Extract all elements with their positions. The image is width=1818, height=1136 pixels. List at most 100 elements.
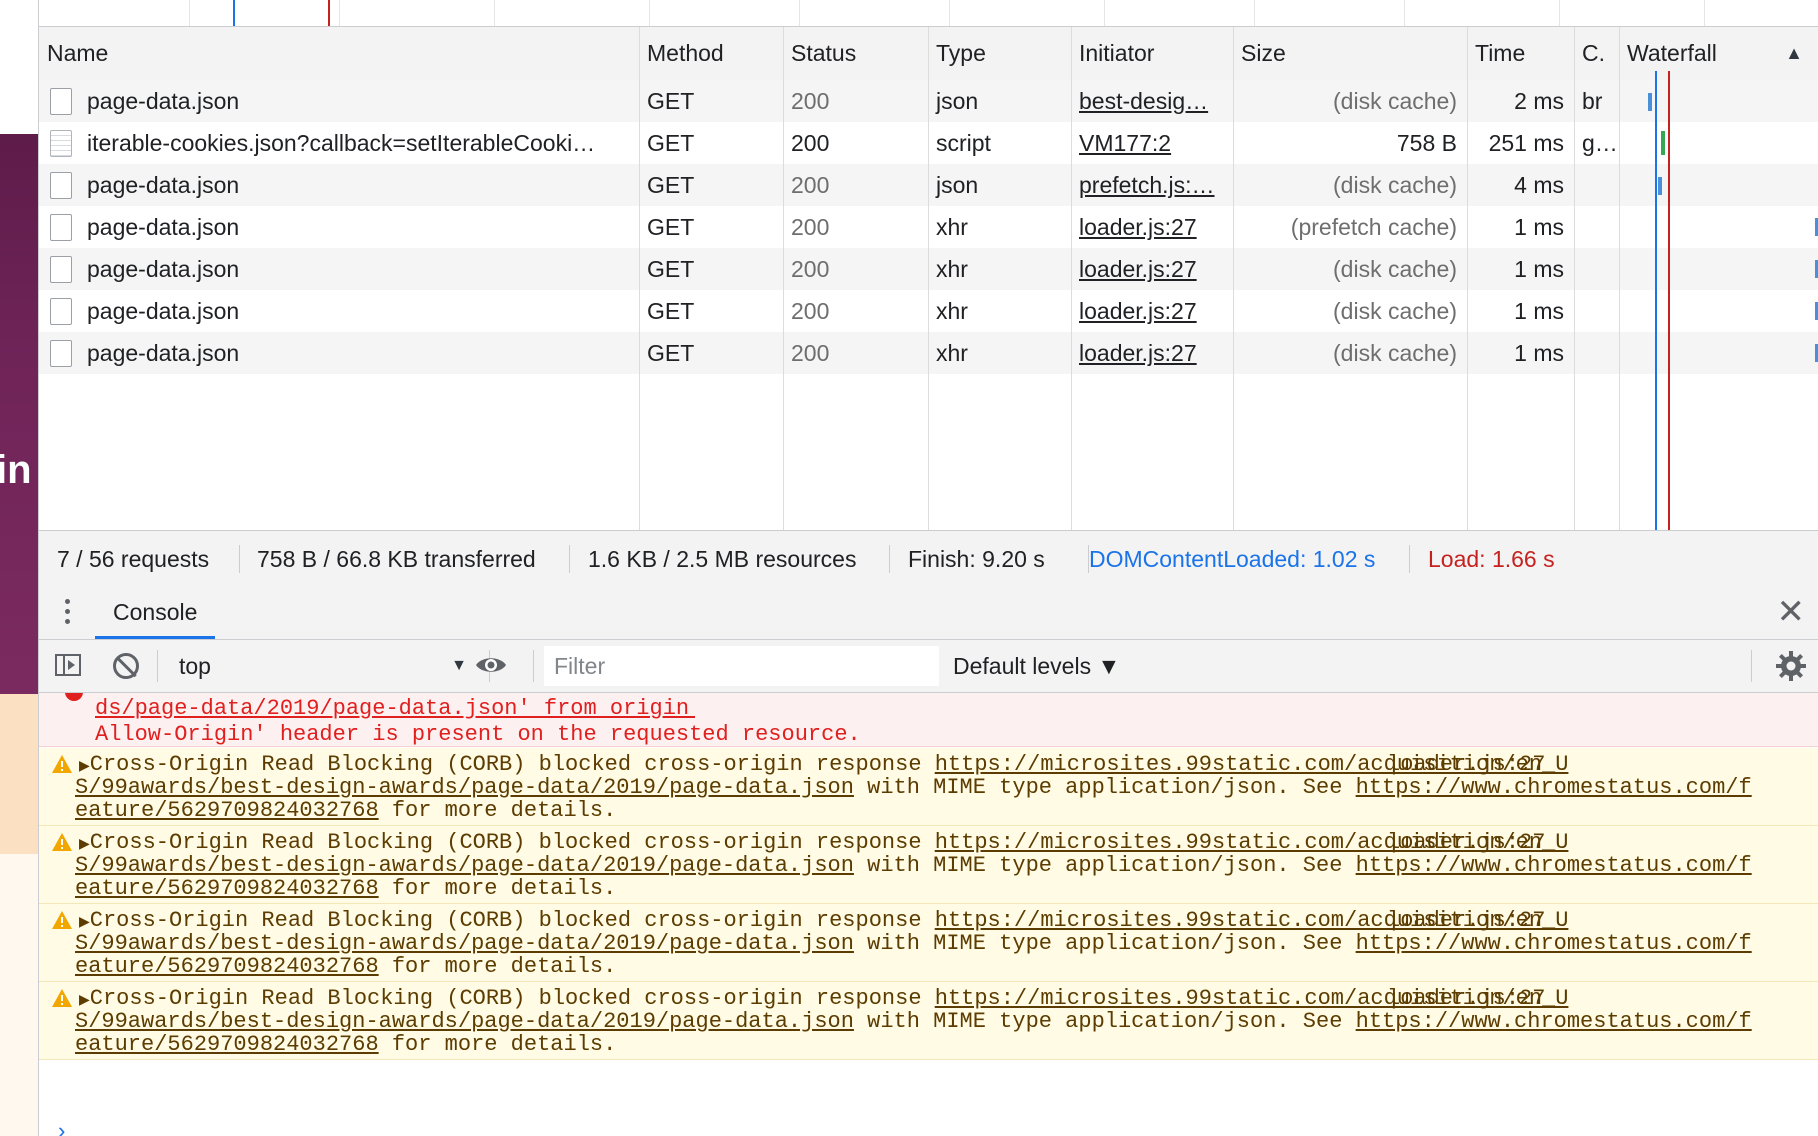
warning-line-3: eature/5629709824032768 for more details… [75, 798, 616, 824]
column-divider [783, 27, 784, 530]
expand-triangle-icon[interactable]: ▶ [79, 915, 90, 931]
overview-gridline [494, 0, 495, 26]
column-header-type[interactable]: Type [928, 27, 1071, 80]
cell-initiator[interactable]: loader.js:27 [1071, 290, 1233, 332]
cell-name: page-data.json [87, 88, 240, 114]
column-divider [1574, 27, 1575, 530]
warning-mid: with MIME type application/json. See [853, 775, 1356, 800]
overview-gridline [799, 0, 800, 26]
cell-initiator[interactable]: prefetch.js:… [1071, 164, 1233, 206]
clear-console-icon[interactable] [113, 653, 139, 679]
console-warning-message[interactable]: ▶Cross-Origin Read Blocking (CORB) block… [39, 748, 1818, 826]
background-section-lower [0, 854, 38, 1136]
column-header-name[interactable]: Name [39, 27, 639, 80]
cell-time: 251 ms [1488, 130, 1564, 156]
cell-connection: br [1582, 88, 1603, 114]
summary-finish: Finish: 9.20 s [908, 546, 1045, 572]
column-header-status[interactable]: Status [783, 27, 928, 80]
overview-gridline [649, 0, 650, 26]
cell-time: 1 ms [1514, 214, 1564, 240]
cell-connection [1574, 206, 1619, 248]
cell-size: 758 B [1396, 130, 1457, 156]
toolbar-divider [157, 650, 158, 682]
cell-size: (disk cache) [1333, 298, 1457, 324]
background-hero-text: in [0, 448, 32, 492]
warning-chromestatus-link[interactable]: https://www.chromestatus.com/f [1356, 931, 1752, 956]
document-icon [50, 172, 72, 199]
cell-type: json [936, 172, 979, 198]
live-expression-eye-icon[interactable] [475, 654, 507, 676]
network-overview[interactable] [39, 0, 1818, 27]
more-tools-menu-icon[interactable] [63, 599, 71, 627]
tab-console[interactable]: Console [95, 587, 216, 639]
waterfall-domcontentloaded-line [1655, 71, 1657, 530]
warning-prefix: Cross-Origin Read Blocking (CORB) blocke… [89, 752, 935, 777]
warning-url-continued[interactable]: S/99awards/best-design-awards/page-data/… [75, 1009, 854, 1034]
cell-status: 200 [791, 130, 830, 156]
cell-connection [1574, 332, 1619, 374]
warning-suffix: for more details. [378, 954, 617, 979]
expand-triangle-icon[interactable]: ▶ [79, 759, 90, 775]
warning-chromestatus-link[interactable]: https://www.chromestatus.com/f [1356, 1009, 1752, 1034]
overview-gridline [949, 0, 950, 26]
cell-type: xhr [936, 214, 968, 240]
warning-chromestatus-link-continued[interactable]: eature/5629709824032768 [75, 1032, 379, 1057]
console-prompt-icon[interactable]: › [55, 1120, 68, 1136]
overview-gridline [1254, 0, 1255, 26]
cell-initiator[interactable]: best-desig… [1071, 80, 1233, 122]
error-icon [65, 693, 83, 701]
warning-suffix: for more details. [378, 798, 617, 823]
console-filter-input[interactable] [544, 646, 939, 686]
warning-line-3: eature/5629709824032768 for more details… [75, 1032, 616, 1058]
error-line-1[interactable]: ds/page-data/2019/page-data.json' from o… [95, 696, 695, 722]
cell-method: GET [647, 298, 695, 324]
column-divider [639, 27, 640, 530]
cell-type: json [936, 88, 979, 114]
network-request-table: Name Method Status Type Initiator Size T… [39, 27, 1818, 530]
cell-type: xhr [936, 298, 968, 324]
cell-status: 200 [791, 214, 830, 240]
show-sidebar-icon[interactable] [55, 654, 81, 676]
column-header-method[interactable]: Method [639, 27, 783, 80]
console-messages: ds/page-data/2019/page-data.json' from o… [39, 693, 1818, 1136]
warning-url-continued[interactable]: S/99awards/best-design-awards/page-data/… [75, 853, 854, 878]
cell-initiator[interactable]: loader.js:27 [1071, 248, 1233, 290]
log-levels-dropdown[interactable]: Default levels ▼ [953, 640, 1120, 692]
column-header-size[interactable]: Size [1233, 27, 1467, 80]
console-warning-message[interactable]: ▶Cross-Origin Read Blocking (CORB) block… [39, 904, 1818, 982]
cell-method: GET [647, 340, 695, 366]
overview-gridline [1704, 0, 1705, 26]
expand-triangle-icon[interactable]: ▶ [79, 837, 90, 853]
warning-url-continued[interactable]: S/99awards/best-design-awards/page-data/… [75, 775, 854, 800]
expand-triangle-icon[interactable]: ▶ [79, 993, 90, 1009]
warning-mid: with MIME type application/json. See [853, 853, 1356, 878]
warning-suffix: for more details. [378, 876, 617, 901]
column-header-waterfall[interactable]: Waterfall ▲ [1619, 27, 1818, 80]
console-warning-message[interactable]: ▶Cross-Origin Read Blocking (CORB) block… [39, 982, 1818, 1060]
cell-method: GET [647, 256, 695, 282]
column-header-time[interactable]: Time [1467, 27, 1574, 80]
column-divider [1467, 27, 1468, 530]
warning-chromestatus-link[interactable]: https://www.chromestatus.com/f [1356, 775, 1752, 800]
warning-chromestatus-link-continued[interactable]: eature/5629709824032768 [75, 876, 379, 901]
warning-url-continued[interactable]: S/99awards/best-design-awards/page-data/… [75, 931, 854, 956]
warning-icon [52, 989, 72, 1007]
warning-chromestatus-link[interactable]: https://www.chromestatus.com/f [1356, 853, 1752, 878]
warning-line-3: eature/5629709824032768 for more details… [75, 954, 616, 980]
warning-chromestatus-link-continued[interactable]: eature/5629709824032768 [75, 798, 379, 823]
cell-initiator[interactable]: loader.js:27 [1071, 332, 1233, 374]
warning-chromestatus-link-continued[interactable]: eature/5629709824032768 [75, 954, 379, 979]
column-header-connection[interactable]: C. [1574, 27, 1619, 80]
close-drawer-icon[interactable]: ✕ [1777, 595, 1806, 629]
warning-prefix: Cross-Origin Read Blocking (CORB) blocke… [89, 986, 935, 1011]
column-header-initiator[interactable]: Initiator [1071, 27, 1233, 80]
chevron-down-icon: ▼ [451, 657, 467, 674]
console-warning-message[interactable]: ▶Cross-Origin Read Blocking (CORB) block… [39, 826, 1818, 904]
cell-type: xhr [936, 256, 968, 282]
cell-initiator[interactable]: VM177:2 [1071, 122, 1233, 164]
column-divider [1233, 27, 1234, 530]
console-settings-gear-icon[interactable] [1775, 650, 1807, 682]
cell-status: 200 [791, 256, 830, 282]
context-selector[interactable]: top ▼ [163, 640, 483, 692]
cell-initiator[interactable]: loader.js:27 [1071, 206, 1233, 248]
